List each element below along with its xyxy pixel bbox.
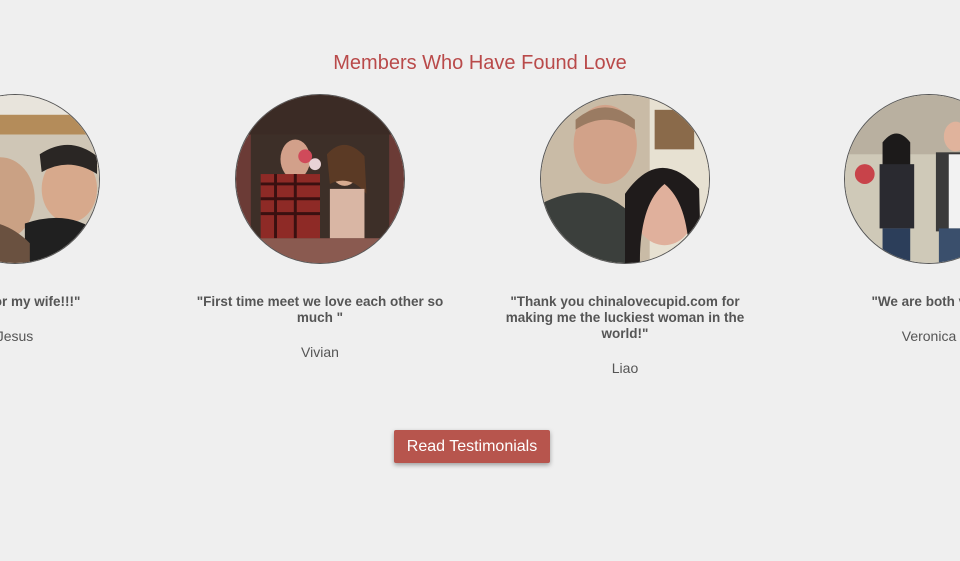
testimonial-quote: much for my wife!!!" bbox=[0, 294, 81, 309]
testimonial-slide[interactable]: "We are both very Veronica bbox=[804, 94, 960, 344]
member-name: Jesus bbox=[0, 328, 34, 344]
testimonial-slide[interactable]: "First time meet we love each other so m… bbox=[195, 94, 445, 360]
testimonial-quote: "First time meet we love each other so m… bbox=[196, 294, 444, 325]
member-name: Vivian bbox=[301, 344, 339, 360]
member-name: Liao bbox=[611, 360, 639, 376]
section-title: Members Who Have Found Love bbox=[333, 52, 627, 74]
testimonials-section: Members Who Have Found Love much for my … bbox=[0, 0, 960, 561]
testimonial-quote: "Thank you chinalovecupid.com for making… bbox=[505, 294, 745, 341]
testimonial-slide[interactable]: "Thank you chinalovecupid.com for making… bbox=[500, 94, 750, 376]
couple-photo bbox=[540, 94, 710, 264]
member-name: Veronica bbox=[901, 328, 957, 344]
testimonial-slide[interactable]: much for my wife!!!" Jesus bbox=[0, 94, 140, 344]
couple-photo bbox=[844, 94, 960, 264]
couple-photo bbox=[235, 94, 405, 264]
testimonial-quote: "We are both very bbox=[871, 294, 960, 309]
couple-photo bbox=[0, 94, 100, 264]
read-testimonials-button[interactable]: Read Testimonials bbox=[394, 430, 550, 463]
